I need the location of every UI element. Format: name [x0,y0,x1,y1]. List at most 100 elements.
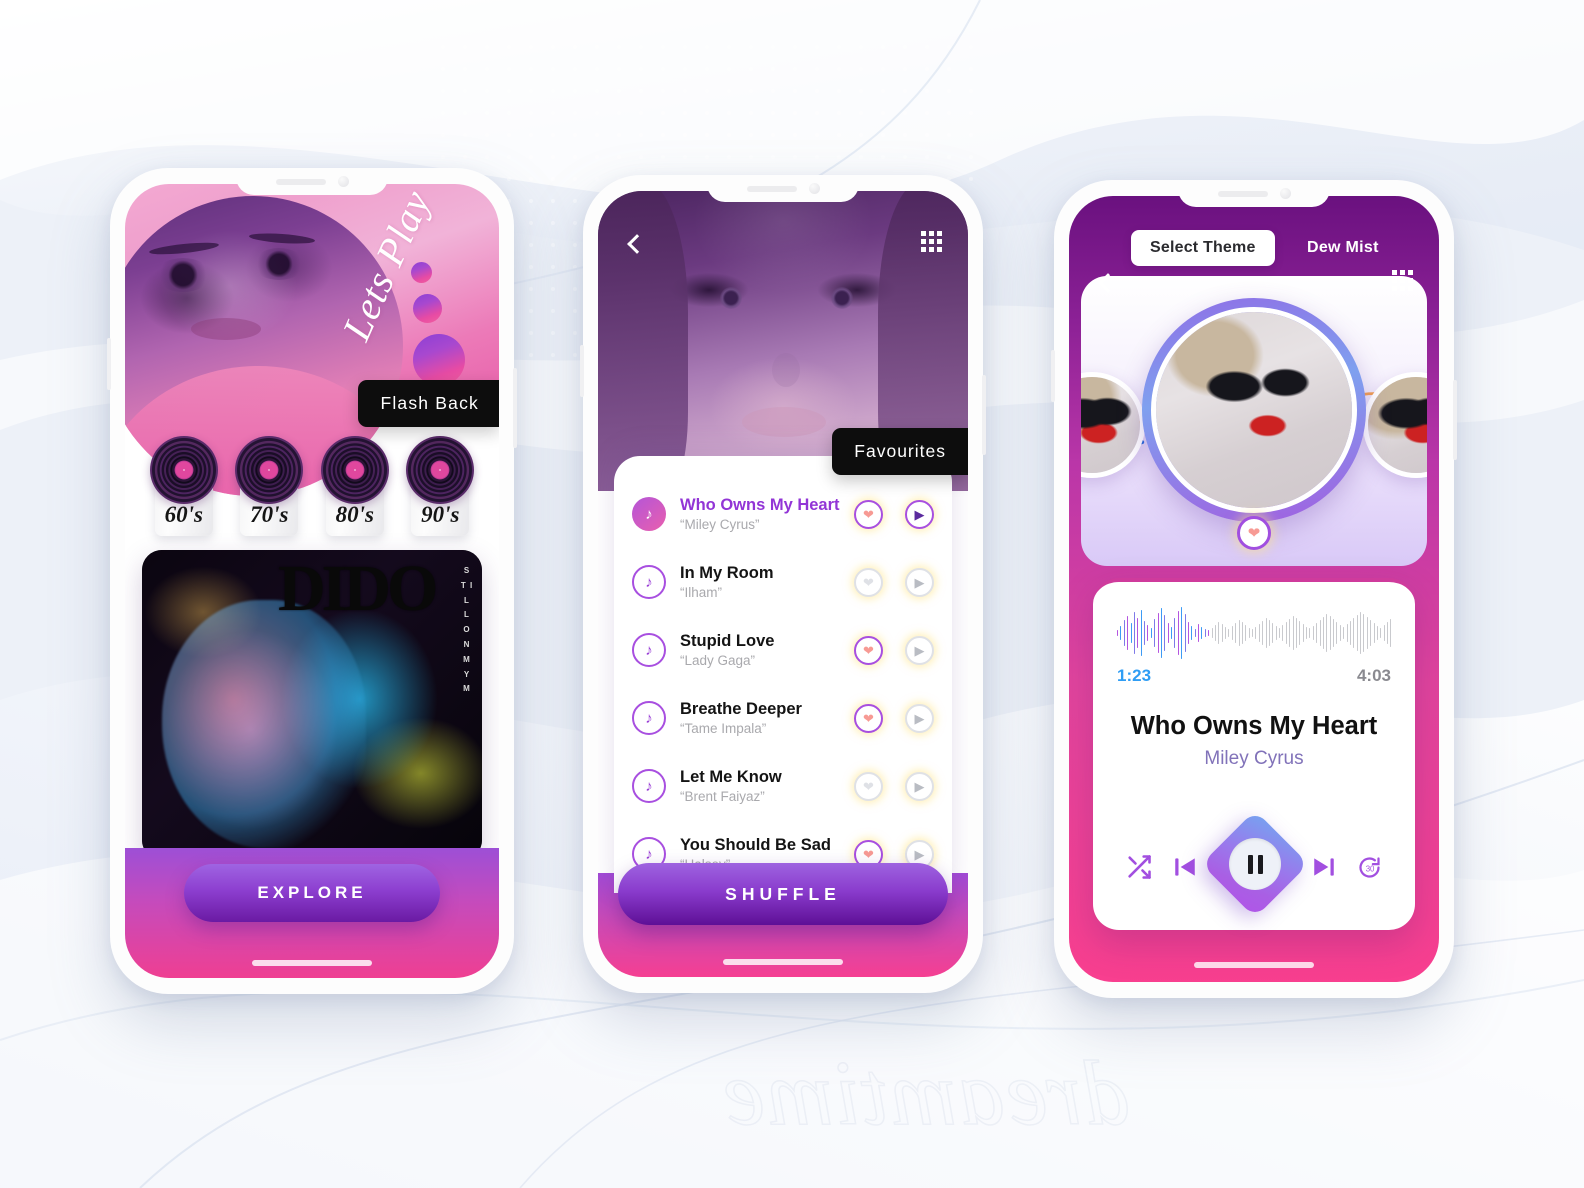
front-camera [337,176,349,187]
favourite-heart-icon[interactable]: ❤ [854,771,883,801]
music-note-icon: ♪ [632,497,666,531]
track-row[interactable]: ♪ Breathe Deeper “Tame Impala” ❤ ▶ [632,684,934,752]
favourite-heart-icon[interactable]: ❤ [854,567,883,597]
track-title: You Should Be Sad [680,835,831,854]
background-watermark: dreamtime [721,1041,1131,1145]
track-row[interactable]: ♪ In My Room “Ilham” ❤ ▶ [632,548,934,616]
back-chevron-icon [627,234,647,254]
explore-button[interactable]: EXPLORE [184,864,440,922]
favourites-badge: Favourites [832,428,968,475]
phone-mockup-home: Lets Play Flash Back 60's 70's 80's 90's… [107,168,517,994]
decade-label: 90's [421,502,460,527]
vinyl-disc-icon [149,436,218,504]
replay-seconds: 30 [1366,864,1375,873]
phone-mockup-player: Select Theme Dew Mist ❤ 1:23 4:03 Who Ow… [1051,180,1457,998]
previous-button[interactable] [1172,854,1198,880]
home-indicator [252,960,372,966]
home-indicator [723,959,843,965]
earpiece-speaker [1217,190,1268,197]
track-artist: “Miley Cyrus” [680,517,760,533]
favourite-heart-icon[interactable]: ❤ [854,499,883,529]
grid-menu-icon[interactable] [921,231,942,252]
music-note-icon: ♪ [632,701,666,735]
phone-mockup-playlist: Favourites ♪ Who Owns My Heart “Miley Cy… [580,175,986,993]
time-row: 1:23 4:03 [1117,666,1391,686]
player-header: Select Theme Dew Mist [1069,230,1439,293]
select-theme-button[interactable]: Select Theme [1131,230,1275,266]
now-playing-title: Who Owns My Heart [1130,712,1378,740]
album-artist-face [162,599,367,848]
play-track-icon[interactable]: ▶ [905,703,934,733]
current-theme-label: Dew Mist [1307,239,1379,256]
track-row[interactable]: ♪ Let Me Know “Brent Faiyaz” ❤ ▶ [632,752,934,820]
favourites-screen: Favourites ♪ Who Owns My Heart “Miley Cy… [598,191,968,977]
grid-menu-icon[interactable] [1392,270,1413,291]
decade-label: 60's [164,502,203,527]
player-panel: 1:23 4:03 Who Owns My Heart Miley Cyrus [1093,578,1415,930]
earpiece-speaker [746,185,797,192]
track-title: In My Room [680,563,774,582]
home-indicator [1194,962,1314,968]
album-vertical-title: S T I L L O N M Y M [460,566,474,694]
play-track-icon[interactable]: ▶ [905,499,934,529]
carousel-artist-current[interactable] [1142,298,1366,522]
vinyl-disc-icon [320,436,389,504]
pause-icon [1228,838,1281,890]
album-artist-name: DIDO [278,552,438,625]
back-button[interactable] [624,229,650,259]
track-artist: “Tame Impala” [680,721,767,737]
music-note-icon: ♪ [632,769,666,803]
phone3-screen: Select Theme Dew Mist ❤ 1:23 4:03 Who Ow… [1069,196,1439,982]
flash-back-badge: Flash Back [358,380,499,427]
featured-album-card[interactable]: DIDO S T I L L O N M Y M [142,550,482,860]
carousel-artist-prev[interactable] [1081,372,1145,478]
flashback-screen: Lets Play Flash Back 60's 70's 80's 90's… [125,184,499,978]
phone-notch [1178,180,1330,207]
next-button[interactable] [1311,854,1337,880]
now-playing-screen: Select Theme Dew Mist ❤ 1:23 4:03 Who Ow… [1069,196,1439,982]
decade-label: 70's [250,502,289,527]
front-camera [808,183,820,194]
track-artist: “Brent Faiyaz” [680,789,765,805]
phone-notch [707,175,859,202]
music-note-icon: ♪ [632,565,666,599]
music-note-icon: ♪ [632,633,666,667]
decade-selector: 60's 70's 80's 90's [125,436,499,541]
phone2-screen: Favourites ♪ Who Owns My Heart “Miley Cy… [598,191,968,977]
front-camera [1279,188,1291,199]
shuffle-button[interactable] [1125,853,1153,881]
track-title: Breathe Deeper [680,699,802,718]
back-chevron-icon [1098,273,1118,293]
track-artist: “Lady Gaga” [680,653,756,669]
replay-30-button[interactable]: 30 [1356,854,1383,881]
track-title: Who Owns My Heart [680,495,840,514]
artist-carousel: ❤ [1081,276,1427,566]
vinyl-disc-icon [235,436,304,504]
track-list: ♪ Who Owns My Heart “Miley Cyrus” ❤ ▶ ♪ … [614,456,952,893]
play-track-icon[interactable]: ▶ [905,635,934,665]
track-row[interactable]: ♪ Who Owns My Heart “Miley Cyrus” ❤ ▶ [632,480,934,548]
track-title: Let Me Know [680,767,782,786]
favourite-heart-icon[interactable]: ❤ [854,703,883,733]
phone1-screen: Lets Play Flash Back 60's 70's 80's 90's… [125,184,499,978]
favourite-heart-icon[interactable]: ❤ [1237,516,1271,550]
current-time: 1:23 [1117,666,1152,685]
phone-notch [236,168,388,195]
back-button[interactable] [1095,268,1121,298]
play-track-icon[interactable]: ▶ [905,567,934,597]
earpiece-speaker [275,178,326,185]
track-title: Stupid Love [680,631,775,650]
favourite-heart-icon[interactable]: ❤ [854,635,883,665]
track-artist: “Ilham” [680,585,723,601]
play-pause-button[interactable] [1200,810,1309,918]
track-row[interactable]: ♪ Stupid Love “Lady Gaga” ❤ ▶ [632,616,934,684]
vinyl-disc-icon [406,436,475,504]
now-playing-artist: Miley Cyrus [1204,748,1304,769]
player-controls: 30 [1117,810,1391,918]
decade-label: 80's [335,502,374,527]
play-track-icon[interactable]: ▶ [905,771,934,801]
shuffle-button[interactable]: SHUFFLE [618,863,948,925]
total-time: 4:03 [1356,666,1391,685]
audio-waveform[interactable] [1117,604,1392,662]
carousel-artist-next[interactable] [1363,372,1427,478]
